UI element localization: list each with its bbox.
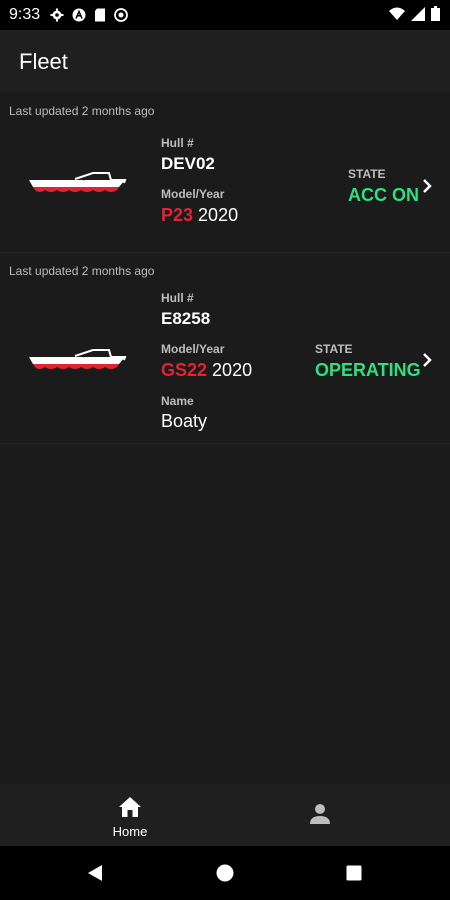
- a-circle-icon: [72, 8, 86, 22]
- model-year-value: P23 2020: [161, 205, 238, 226]
- status-system-icons: [389, 6, 440, 21]
- state-value: ACC ON: [348, 185, 419, 205]
- hull-label: Hull #: [161, 291, 194, 305]
- model-name: P23: [161, 205, 194, 225]
- page-title: Fleet: [19, 49, 68, 74]
- status-time: 9:33: [9, 6, 41, 23]
- status-notification-icons: [50, 8, 129, 22]
- system-nav-bar: [0, 846, 450, 900]
- sd-card-icon: [95, 8, 106, 22]
- wifi-icon: [389, 7, 405, 20]
- hull-number: E8258: [161, 309, 211, 328]
- cell-signal-icon: [411, 6, 425, 21]
- state-value: OPERATING: [315, 360, 421, 380]
- home-circle-icon[interactable]: [216, 864, 234, 882]
- home-icon: [119, 797, 141, 817]
- model-year: 2020: [198, 205, 239, 225]
- battery-icon: [431, 6, 440, 21]
- gear-icon: [50, 8, 64, 22]
- chevron-right-icon[interactable]: [422, 352, 432, 368]
- name-label: Name: [161, 394, 194, 408]
- last-updated-text: Last updated 2 months ago: [9, 264, 155, 278]
- last-updated-text: Last updated 2 months ago: [9, 104, 155, 118]
- nav-profile-tab[interactable]: [296, 784, 346, 846]
- vessel-name: Boaty: [161, 411, 208, 431]
- app-header: Fleet: [0, 30, 450, 92]
- vessel-card[interactable]: Last updated 2 months ago Hull # E8258 M…: [0, 253, 450, 444]
- boat-icon: [29, 172, 127, 192]
- status-bar: 9:33: [0, 0, 450, 30]
- sync-icon: [114, 8, 129, 22]
- boat-icon: [29, 349, 127, 369]
- model-year: 2020: [212, 360, 253, 380]
- hull-number: DEV02: [161, 154, 215, 173]
- vessel-card[interactable]: Last updated 2 months ago Hull # DEV02 M…: [0, 92, 450, 253]
- bottom-nav: Home: [0, 784, 450, 846]
- state-label: STATE: [315, 342, 353, 356]
- state-label: STATE: [348, 167, 386, 181]
- model-year-label: Model/Year: [161, 342, 225, 356]
- model-name: GS22: [161, 360, 208, 380]
- back-icon[interactable]: [86, 864, 104, 882]
- model-year-value: GS22 2020: [161, 360, 252, 381]
- nav-home-label: Home: [112, 824, 148, 839]
- person-icon: [310, 804, 330, 824]
- hull-label: Hull #: [161, 136, 194, 150]
- model-year-label: Model/Year: [161, 187, 225, 201]
- chevron-right-icon[interactable]: [422, 178, 432, 194]
- recents-icon[interactable]: [346, 865, 362, 881]
- nav-home-tab[interactable]: Home: [95, 784, 165, 846]
